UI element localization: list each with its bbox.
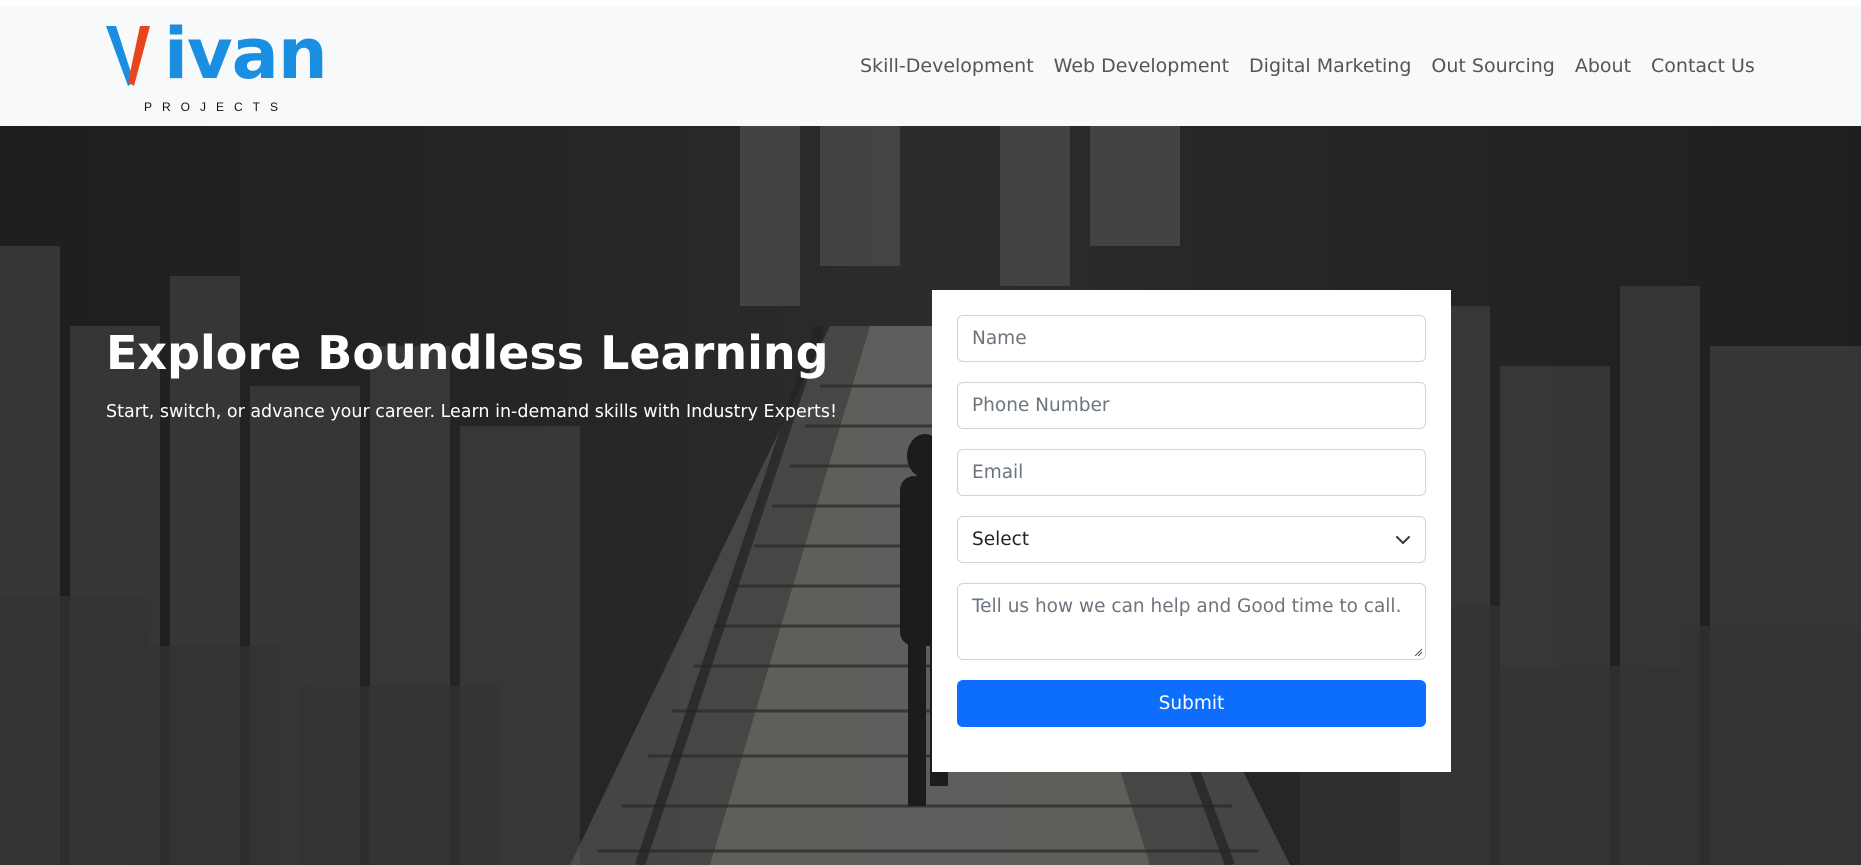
logo-wordmark: ivan: [104, 12, 328, 95]
hero-background-image: [0, 126, 1861, 865]
nav-item-digital-marketing[interactable]: Digital Marketing: [1249, 55, 1411, 77]
message-textarea[interactable]: Tell us how we can help and Good time to…: [957, 583, 1426, 660]
brand-logo[interactable]: ivan PROJECTS: [104, 14, 328, 114]
resize-handle-icon[interactable]: [1413, 647, 1423, 657]
contact-form: Name Phone Number Email Select Tell us h…: [932, 290, 1451, 772]
phone-input[interactable]: Phone Number: [957, 382, 1426, 429]
chevron-down-icon: [1396, 535, 1410, 544]
name-input[interactable]: Name: [957, 315, 1426, 362]
course-select[interactable]: Select: [957, 516, 1426, 563]
nav-item-out-sourcing[interactable]: Out Sourcing: [1431, 55, 1554, 77]
message-placeholder: Tell us how we can help and Good time to…: [972, 596, 1402, 617]
submit-button[interactable]: Submit: [957, 680, 1426, 727]
select-value: Select: [972, 529, 1030, 550]
hero-section: Explore Boundless Learning Start, switch…: [0, 126, 1861, 865]
hero-subtitle: Start, switch, or advance your career. L…: [106, 402, 837, 422]
hero-title: Explore Boundless Learning: [106, 326, 829, 380]
nav-item-contact-us[interactable]: Contact Us: [1651, 55, 1755, 77]
nav-item-about[interactable]: About: [1575, 55, 1631, 77]
logo-text: ivan: [164, 13, 328, 95]
logo-subtitle: PROJECTS: [144, 100, 289, 114]
email-input[interactable]: Email: [957, 449, 1426, 496]
logo-v-mark: [104, 12, 170, 92]
navbar: ivan PROJECTS Skill-Development Web Deve…: [0, 6, 1861, 126]
nav-item-web-development[interactable]: Web Development: [1054, 55, 1229, 77]
main-nav: Skill-Development Web Development Digita…: [860, 6, 1755, 126]
nav-item-skill-development[interactable]: Skill-Development: [860, 55, 1034, 77]
